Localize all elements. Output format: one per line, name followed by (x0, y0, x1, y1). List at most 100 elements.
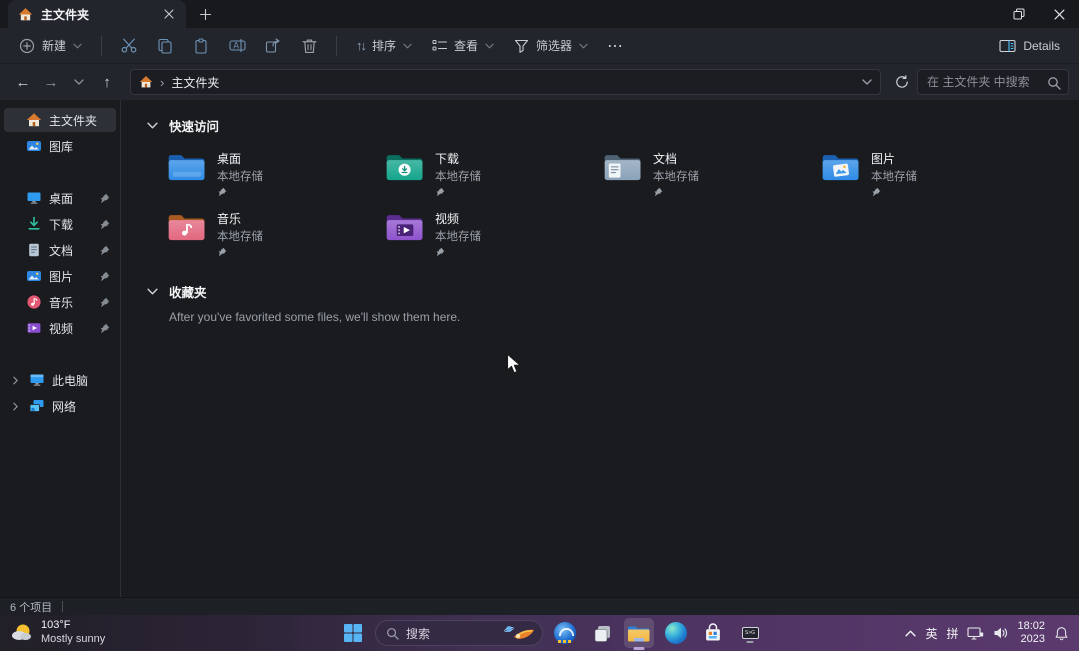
section-title: 收藏夹 (169, 282, 207, 301)
new-button[interactable]: 新建 (10, 31, 91, 61)
sidebar-item-pictures[interactable]: 图片 (4, 264, 116, 288)
pin-icon (99, 219, 110, 230)
tile-videos[interactable]: 视频 本地存储 (385, 204, 603, 264)
documents-icon (26, 242, 42, 258)
sidebar-item-this-pc[interactable]: 此电脑 (4, 368, 116, 392)
home-icon (26, 112, 42, 128)
sidebar-item-music[interactable]: 音乐 (4, 290, 116, 314)
sort-icon: ↑↓ (356, 38, 365, 53)
chevron-down-icon (73, 43, 82, 49)
quick-access-header[interactable]: 快速访问 (147, 114, 1079, 136)
volume-tray-button[interactable] (993, 626, 1008, 640)
weather-sun-cloud-icon (10, 622, 34, 644)
rename-button[interactable]: A (220, 31, 254, 61)
section-chevron-icon[interactable] (147, 122, 158, 129)
sidebar-item-desktop[interactable]: 桌面 (4, 186, 116, 210)
toolbar-divider (336, 36, 337, 56)
taskbar-search[interactable]: 搜索 (375, 620, 543, 646)
expand-chevron-icon[interactable] (8, 376, 22, 385)
refresh-button[interactable] (889, 69, 915, 95)
share-button[interactable] (256, 31, 290, 61)
sidebar-label: 主文件夹 (49, 112, 110, 129)
start-button[interactable] (338, 618, 368, 648)
tile-downloads[interactable]: 下载 本地存储 (385, 144, 603, 204)
pin-icon (99, 271, 110, 282)
tab-close-button[interactable] (160, 5, 178, 23)
ime-language-indicator[interactable]: 英 (925, 625, 937, 642)
task-view-icon (592, 623, 613, 644)
favorites-header[interactable]: 收藏夹 (147, 280, 1079, 302)
weather-widget[interactable]: 103°F Mostly sunny (10, 618, 105, 648)
cut-button[interactable] (112, 31, 146, 61)
sidebar-item-network[interactable]: 网络 (4, 394, 116, 418)
pin-icon (99, 297, 110, 308)
tray-date: 2023 (1021, 633, 1045, 646)
taskbar-edge[interactable] (661, 618, 691, 648)
more-options-button[interactable]: ⋯ (599, 31, 633, 61)
address-dropdown-icon[interactable] (862, 79, 872, 85)
notification-center-button[interactable] (1054, 626, 1069, 641)
history-dropdown-button[interactable] (66, 69, 92, 95)
sidebar-label: 桌面 (49, 190, 92, 207)
sort-label: 排序 (372, 37, 396, 54)
ime-mode-indicator[interactable]: 拼 (946, 625, 958, 642)
back-button[interactable]: ← (10, 69, 36, 95)
copy-button[interactable] (148, 31, 182, 61)
sort-button[interactable]: ↑↓ 排序 (347, 31, 421, 61)
close-window-button[interactable] (1039, 0, 1079, 28)
search-icon (386, 627, 399, 640)
restore-button[interactable] (999, 0, 1039, 28)
home-icon (139, 75, 153, 89)
sidebar-item-downloads[interactable]: 下载 (4, 212, 116, 236)
documents-folder-icon (603, 149, 643, 183)
taskbar-store[interactable] (698, 618, 728, 648)
expand-chevron-icon[interactable] (8, 402, 22, 411)
taskbar-remote-app[interactable]: S>G (735, 618, 765, 648)
sidebar-item-home[interactable]: 主文件夹 (4, 108, 116, 132)
windows-start-icon (343, 623, 363, 643)
restore-icon (1013, 8, 1025, 20)
up-icon: ↑ (103, 74, 111, 91)
videos-icon (26, 320, 42, 336)
address-bar[interactable]: › 主文件夹 (130, 69, 881, 95)
speaker-icon (993, 626, 1008, 640)
network-tray-button[interactable] (967, 626, 984, 641)
status-bar: 6 个项目 (0, 597, 1079, 615)
search-highlight-comet-icon (502, 623, 536, 643)
taskbar-file-explorer[interactable] (624, 618, 654, 648)
details-pane-button[interactable]: Details (990, 31, 1069, 61)
view-button[interactable]: 查看 (423, 31, 503, 61)
tab-bar: 主文件夹 (0, 0, 1079, 28)
forward-button[interactable]: → (38, 69, 64, 95)
sidebar-item-gallery[interactable]: 图库 (4, 134, 116, 158)
pin-icon (99, 323, 110, 334)
search-input[interactable] (918, 70, 1068, 94)
paste-button[interactable] (184, 31, 218, 61)
paste-icon (193, 38, 209, 54)
network-ethernet-icon (967, 626, 984, 641)
tile-documents[interactable]: 文档 本地存储 (603, 144, 821, 204)
view-list-icon (432, 39, 447, 52)
navigation-bar: ← → ↑ › 主文件夹 (0, 64, 1079, 100)
tile-name: 图片 (871, 150, 917, 167)
tab-home-folder[interactable]: 主文件夹 (8, 0, 186, 28)
section-chevron-icon[interactable] (147, 288, 158, 295)
delete-button[interactable] (292, 31, 326, 61)
sidebar-item-documents[interactable]: 文档 (4, 238, 116, 262)
sidebar-item-videos[interactable]: 视频 (4, 316, 116, 340)
hidden-icons-button[interactable] (905, 630, 916, 637)
new-tab-button[interactable] (192, 3, 218, 25)
new-circle-plus-icon (19, 38, 35, 54)
tile-pictures[interactable]: 图片 本地存储 (821, 144, 1039, 204)
pictures-folder-icon (821, 149, 861, 183)
tile-music[interactable]: 音乐 本地存储 (167, 204, 385, 264)
tile-desktop[interactable]: 桌面 本地存储 (167, 144, 385, 204)
task-view-button[interactable] (587, 618, 617, 648)
clock[interactable]: 18:02 2023 (1017, 620, 1045, 646)
taskbar-app-browser[interactable] (550, 618, 580, 648)
filter-button[interactable]: 筛选器 (505, 31, 597, 61)
tile-subtitle: 本地存储 (217, 228, 263, 244)
up-button[interactable]: ↑ (94, 69, 120, 95)
breadcrumb-home[interactable]: 主文件夹 (171, 74, 219, 91)
desktop-icon (26, 190, 42, 206)
